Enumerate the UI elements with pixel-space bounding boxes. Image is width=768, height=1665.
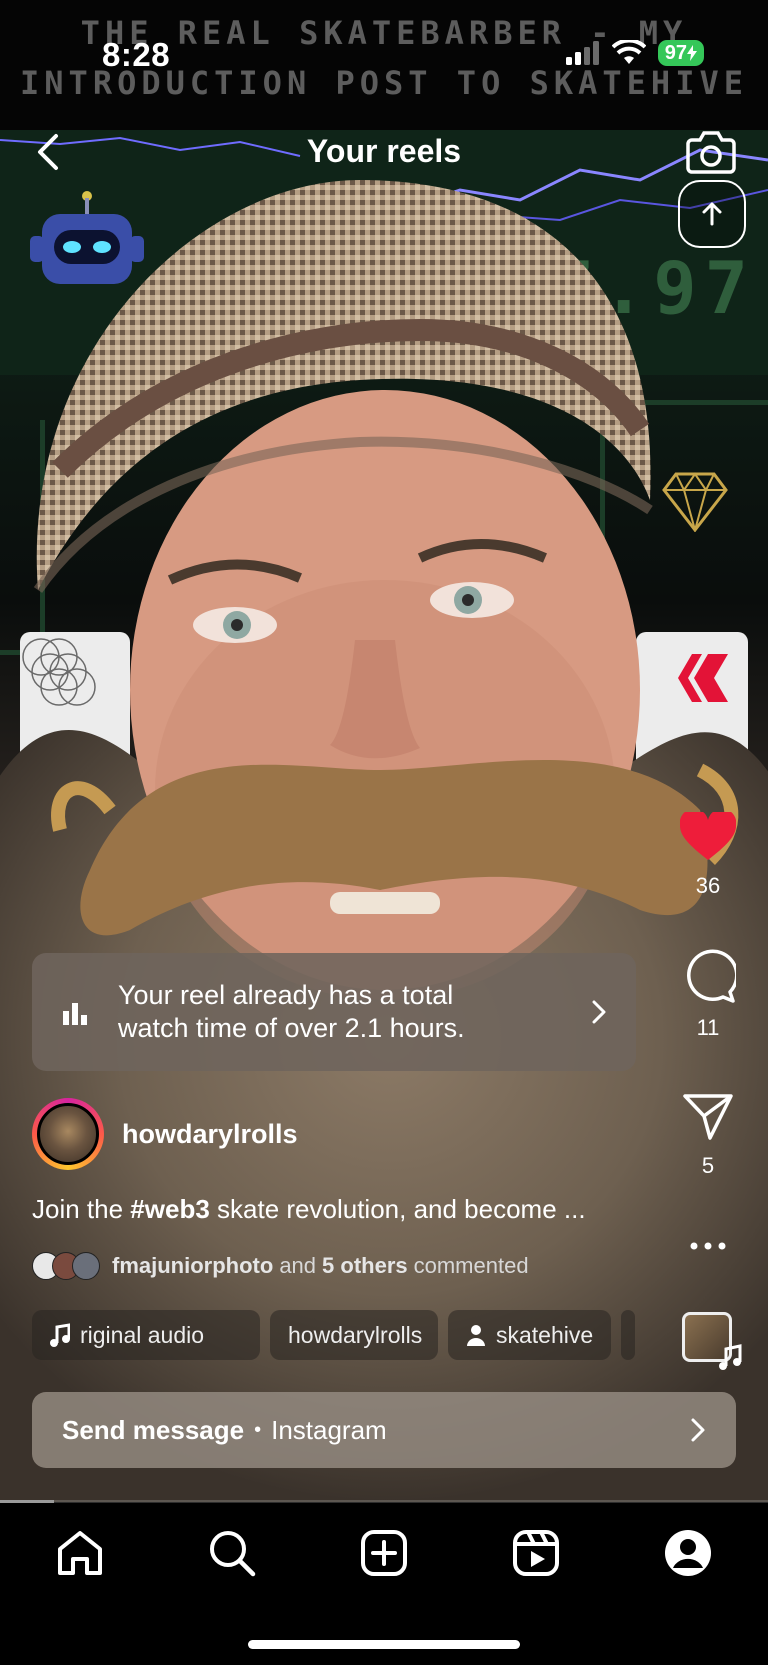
tab-search[interactable] [204, 1525, 260, 1581]
reels-icon [513, 1530, 559, 1576]
comment-icon [687, 949, 739, 1003]
caption-rest: skate revolution, and become ... [209, 1194, 586, 1224]
tab-reels[interactable] [508, 1525, 564, 1581]
tab-home[interactable] [52, 1525, 108, 1581]
search-icon [210, 1531, 256, 1577]
commenters-row[interactable]: fmajuniorphoto and 5 others commented [32, 1252, 529, 1280]
commenter-avatars [32, 1252, 100, 1280]
chip-overflow [621, 1310, 636, 1360]
arrow-up-icon [702, 202, 722, 226]
home-indicator [248, 1640, 520, 1649]
send-message-button[interactable]: Send message • Instagram [32, 1392, 736, 1468]
commenters-suffix: commented [413, 1253, 529, 1278]
page-title: Your reels [306, 133, 462, 169]
username[interactable]: howdarylrolls [122, 1119, 298, 1150]
upload-button[interactable] [678, 180, 746, 248]
camera-button[interactable] [686, 128, 736, 174]
chevron-right-icon [691, 1418, 705, 1442]
insight-line-2: watch time of over 2.1 hours. [118, 1013, 465, 1043]
music-note-icon [719, 1344, 742, 1370]
chevron-right-icon [592, 1000, 606, 1024]
commenter-name: fmajuniorphoto [112, 1253, 274, 1278]
tagged-user-chip[interactable]: skatehive [448, 1310, 612, 1360]
person-figure [0, 180, 768, 1502]
battery-indicator: 97 [657, 40, 704, 66]
share-count: 5 [701, 1153, 715, 1178]
wifi-icon [611, 40, 646, 64]
story-ring [32, 1098, 104, 1170]
caption-prefix: Join the [32, 1194, 131, 1224]
battery-level: 97 [664, 42, 687, 64]
create-icon [361, 1530, 407, 1576]
mini-avatar [72, 1252, 100, 1280]
tab-profile[interactable] [660, 1525, 716, 1581]
send-message-separator: • [254, 1418, 262, 1441]
owner-row[interactable]: howdarylrolls [32, 1098, 298, 1170]
more-button[interactable] [668, 1238, 748, 1256]
tagged-user-label: skatehive [496, 1321, 594, 1348]
signal-icon [565, 41, 599, 65]
comment-count: 11 [696, 1015, 720, 1040]
profile-icon [665, 1530, 711, 1576]
status-icons: 97 [565, 40, 704, 66]
comment-button[interactable]: 11 [668, 948, 748, 1041]
heart-icon [679, 808, 737, 860]
audio-user-chip[interactable]: howdarylrolls [270, 1310, 438, 1360]
like-button[interactable]: 36 [668, 808, 748, 899]
bar-chart-icon [63, 1003, 87, 1025]
share-button[interactable]: 5 [668, 1092, 748, 1179]
commenters-others: 5 others [322, 1253, 408, 1278]
home-icon [58, 1531, 102, 1575]
avatar[interactable] [37, 1103, 99, 1165]
charging-bolt-icon [687, 45, 697, 61]
insight-text: Your reel already has a total watch time… [118, 979, 590, 1045]
music-note-icon [50, 1323, 70, 1347]
insight-banner[interactable]: Your reel already has a total watch time… [32, 953, 636, 1071]
more-options-icon [690, 1242, 726, 1250]
send-icon [683, 1094, 733, 1140]
status-time: 8:28 [102, 36, 171, 73]
audio-user-label: howdarylrolls [288, 1321, 423, 1348]
info-chips: riginal audio howdarylrolls skatehive [32, 1310, 636, 1360]
tab-create[interactable] [356, 1525, 412, 1581]
hashtag-link[interactable]: #web3 [130, 1194, 210, 1224]
send-message-sub: Instagram [271, 1414, 387, 1445]
caption[interactable]: Join the #web3 skate revolution, and bec… [32, 1194, 586, 1225]
person-icon [467, 1325, 485, 1346]
send-message-label: Send message [62, 1414, 245, 1445]
commenters-and: and [279, 1253, 317, 1278]
audio-label: riginal audio [80, 1321, 205, 1348]
audio-chip[interactable]: riginal audio [32, 1310, 260, 1360]
insight-line-1: Your reel already has a total [118, 980, 454, 1010]
like-count: 36 [695, 873, 721, 898]
